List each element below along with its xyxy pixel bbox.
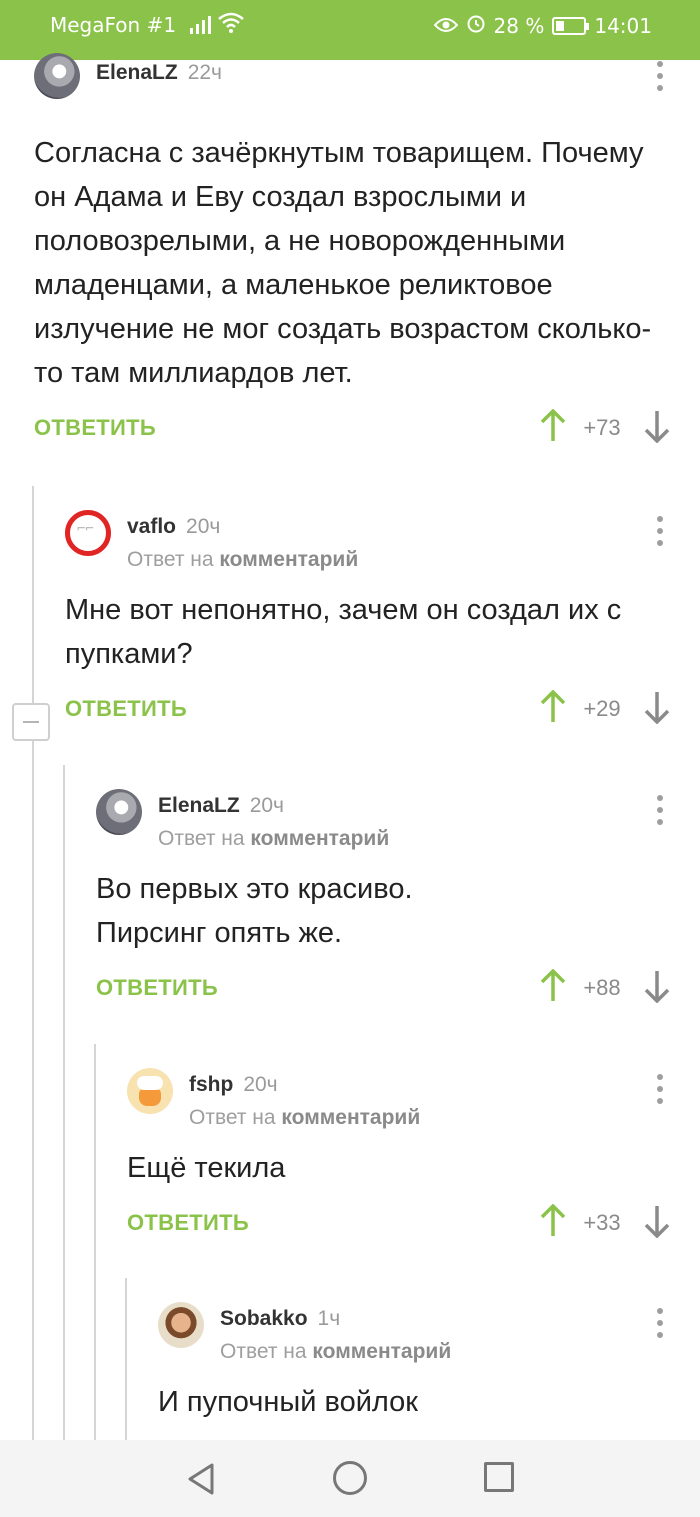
comment-time: 1ч	[317, 1307, 341, 1330]
comment-time: 22ч	[187, 61, 222, 84]
thread-line	[125, 1278, 127, 1440]
reply-to-link[interactable]: комментарий	[312, 1340, 451, 1363]
avatar[interactable]	[65, 510, 111, 556]
reply-button[interactable]: ОТВЕТИТЬ	[65, 696, 187, 722]
thread-line	[94, 1044, 96, 1440]
more-options-icon[interactable]	[656, 1308, 664, 1338]
comment: Sobakko 1ч Ответ на комментарий И пупочны…	[158, 1302, 700, 1424]
comment-text: И пупочный войлок	[158, 1386, 418, 1418]
collapse-thread-button[interactable]	[12, 703, 50, 741]
more-options-icon[interactable]	[656, 61, 664, 91]
thread-line	[63, 765, 65, 1440]
rating: +73	[583, 415, 621, 440]
username[interactable]: Sobakko 1ч	[220, 1307, 340, 1331]
comment-text: Ещё текила	[127, 1152, 286, 1184]
comment-text-line: Пирсинг опять же.	[96, 917, 343, 949]
downvote-icon[interactable]	[642, 1204, 672, 1238]
reply-to-link[interactable]: комментарий	[219, 548, 358, 571]
clock: 14:01	[594, 13, 652, 38]
reply-to: Ответ на комментарий	[220, 1340, 452, 1363]
comment: vaflo20ч Ответ на комментарий Мне вот не…	[65, 510, 700, 730]
reply-to: Ответ на комментарий	[127, 548, 359, 571]
carrier-name: MegaFon #1	[50, 13, 177, 37]
comment-text: Во первых это красиво. Пирсинг опять же.	[96, 867, 700, 955]
upvote-icon[interactable]	[538, 969, 568, 1003]
username[interactable]: ElenaLZ 20ч	[158, 794, 284, 818]
status-bar: MegaFon #1 28 % 14:01	[0, 0, 700, 60]
upvote-icon[interactable]	[538, 409, 568, 443]
comment: fshp 20ч Ответ на комментарий Ещё текила …	[127, 1068, 700, 1244]
eye-icon	[433, 14, 458, 38]
comment: ElenaLZ 20ч Ответ на комментарий Во первы…	[96, 789, 700, 1009]
comment-time: 20ч	[243, 1073, 278, 1096]
reply-to-link[interactable]: комментарий	[281, 1106, 420, 1129]
rating: +29	[583, 696, 621, 721]
comment-text: Мне вот непонятно, зачем он создал их с …	[65, 594, 622, 670]
rating: +33	[583, 1210, 621, 1235]
reply-to: Ответ на комментарий	[158, 827, 390, 850]
reply-to-link[interactable]: комментарий	[250, 827, 389, 850]
reply-to: Ответ на комментарий	[189, 1106, 421, 1129]
home-icon[interactable]	[333, 1461, 367, 1495]
avatar[interactable]	[127, 1068, 173, 1114]
wifi-icon	[218, 12, 244, 39]
upvote-icon[interactable]	[538, 690, 568, 724]
battery-percent: 28 %	[493, 13, 545, 38]
more-options-icon[interactable]	[656, 516, 664, 546]
reply-button[interactable]: ОТВЕТИТЬ	[127, 1210, 249, 1236]
username[interactable]: ElenaLZ 22ч	[96, 61, 222, 85]
reply-button[interactable]: ОТВЕТИТЬ	[34, 415, 156, 441]
username[interactable]: fshp 20ч	[189, 1073, 278, 1097]
comment-time: 20ч	[249, 794, 284, 817]
downvote-icon[interactable]	[642, 690, 672, 724]
more-options-icon[interactable]	[656, 1074, 664, 1104]
avatar[interactable]	[158, 1302, 204, 1348]
username[interactable]: vaflo 20ч	[127, 515, 220, 539]
avatar[interactable]	[34, 53, 80, 99]
navigation-bar	[0, 1440, 700, 1517]
reply-button[interactable]: ОТВЕТИТЬ	[96, 975, 218, 1001]
back-icon[interactable]	[186, 1462, 216, 1496]
thread-line	[32, 486, 34, 1440]
comment-text-line: Во первых это красиво.	[96, 873, 413, 905]
downvote-icon[interactable]	[642, 409, 672, 443]
downvote-icon[interactable]	[642, 969, 672, 1003]
comment-text: Согласна с зачёркнутым товарищем. Почему…	[34, 137, 652, 389]
status-right: 28 % 14:01	[433, 13, 652, 38]
recent-apps-icon[interactable]	[484, 1462, 514, 1492]
battery-icon	[552, 16, 590, 35]
upvote-icon[interactable]	[538, 1204, 568, 1238]
more-options-icon[interactable]	[656, 795, 664, 825]
rating: +88	[583, 975, 621, 1000]
alarm-icon	[466, 13, 486, 38]
comment: ElenaLZ 22ч Согласна с зачёркнутым товари…	[34, 53, 700, 449]
avatar[interactable]	[96, 789, 142, 835]
signal-icon	[190, 14, 211, 34]
comment-time: 20ч	[186, 515, 221, 538]
